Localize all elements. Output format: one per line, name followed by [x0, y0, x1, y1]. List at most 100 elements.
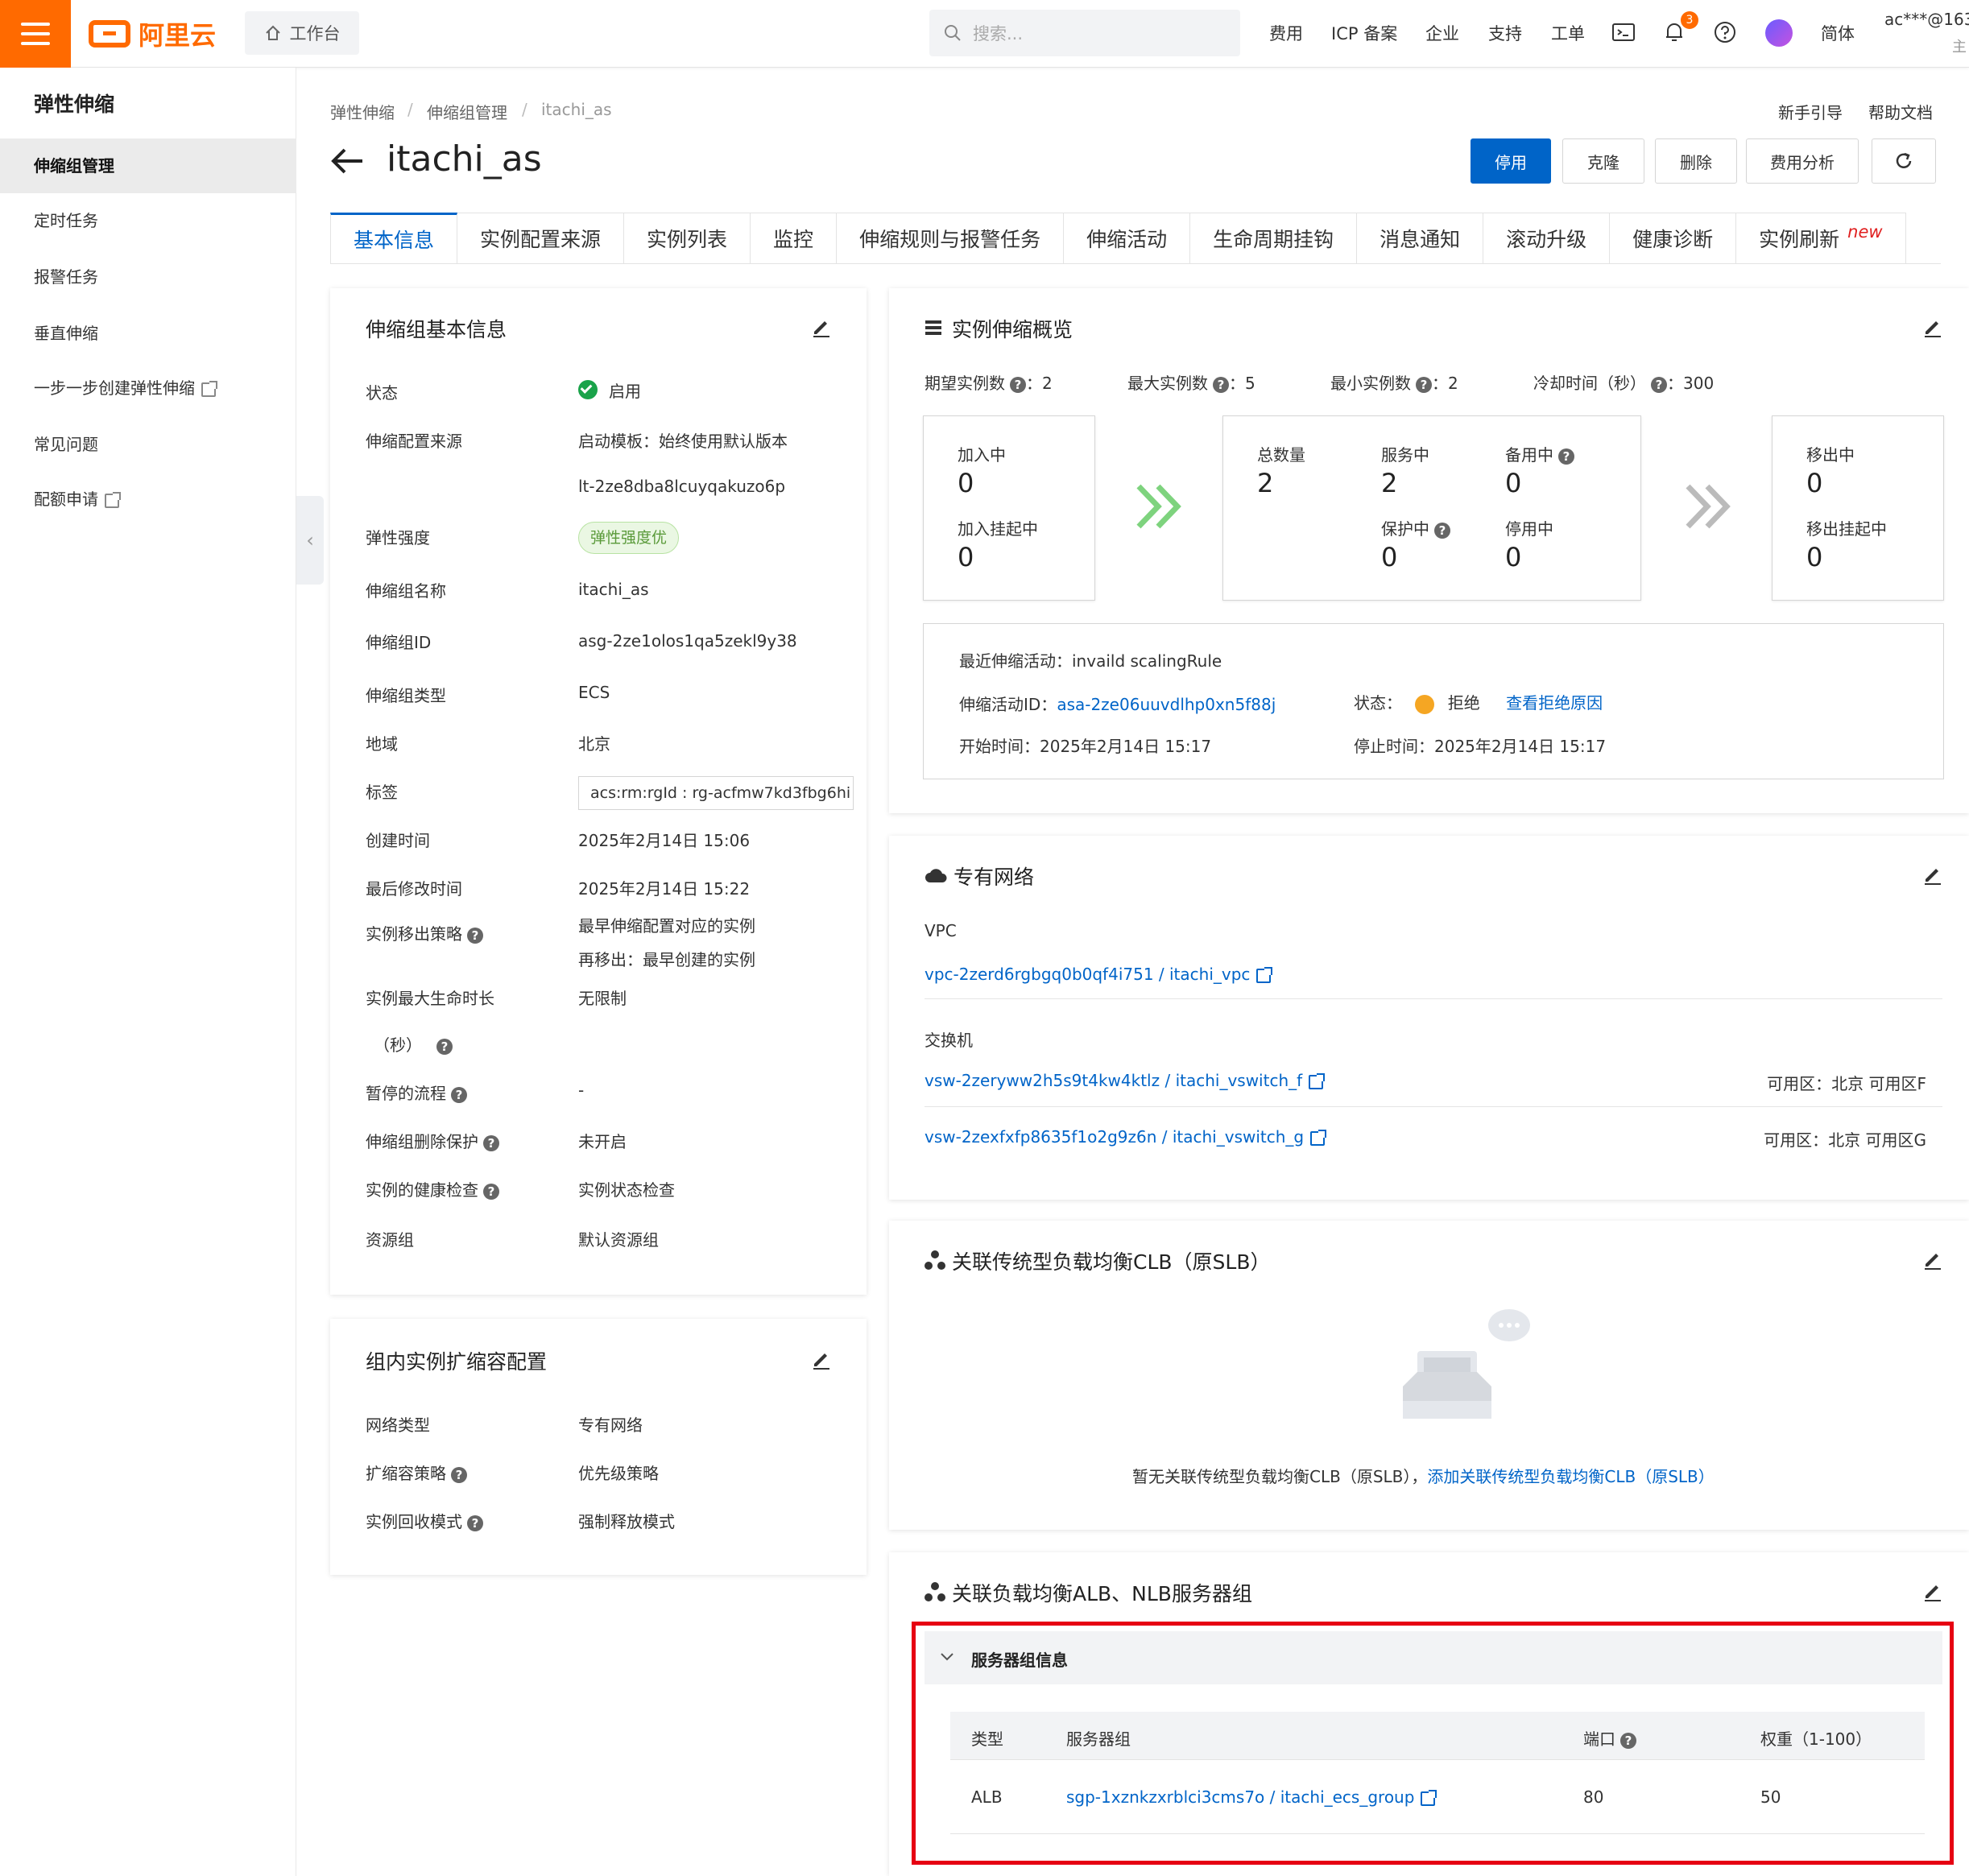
removal-label: 实例移出策略? — [366, 921, 483, 944]
edit-icon[interactable] — [1921, 1580, 1944, 1602]
sidebar-item-group-management[interactable]: 伸缩组管理 — [0, 138, 296, 193]
sidebar-item-alarm-tasks[interactable]: 报警任务 — [0, 250, 296, 304]
vswitch-link-g[interactable]: vsw-2zexfxfp8635f1o2g9z6n / itachi_vswit… — [925, 1127, 1327, 1147]
cooldown: 冷却时间（秒）? ：300 — [1533, 374, 1715, 393]
edit-icon[interactable] — [1921, 1248, 1944, 1271]
created-value: 2025年2月14日 15:06 — [578, 831, 751, 850]
strength-label: 弹性强度 — [366, 528, 430, 548]
tab-instance-refresh[interactable]: 实例刷新 new — [1736, 213, 1906, 264]
refresh-button[interactable] — [1872, 138, 1936, 184]
help-icon[interactable] — [1712, 19, 1738, 45]
sidebar-item-quota[interactable]: 配额申请 — [0, 472, 296, 527]
avatar[interactable] — [1765, 19, 1793, 47]
removing-count: 0 — [1806, 468, 1823, 498]
chevron-left-icon: ‹ — [306, 529, 314, 552]
tab-lifecycle-hooks[interactable]: 生命周期挂钩 — [1190, 213, 1358, 264]
tag-label: 标签 — [366, 783, 398, 802]
cost-analysis-button[interactable]: 费用分析 — [1746, 138, 1859, 184]
tab-instance-list[interactable]: 实例列表 — [624, 213, 751, 264]
sidebar-item-faq[interactable]: 常见问题 — [0, 417, 296, 472]
vpc-link[interactable]: vpc-2zerd6rgbgq0b0qf4i751 / itachi_vpc — [925, 965, 1273, 984]
type-value: ECS — [578, 683, 610, 702]
nav-ticket[interactable]: 工单 — [1551, 21, 1585, 45]
health-check-value: 实例状态检查 — [578, 1180, 675, 1200]
terminal-icon[interactable] — [1611, 19, 1636, 45]
help-docs-link[interactable]: 帮助文档 — [1868, 100, 1933, 123]
adding-pending-label: 加入挂起中 — [958, 519, 1038, 539]
question-icon[interactable]: ? — [467, 927, 483, 944]
end-time: 停止时间：2025年2月14日 15:17 — [1354, 737, 1607, 756]
question-icon[interactable]: ? — [1213, 376, 1229, 393]
question-icon[interactable]: ? — [483, 1183, 499, 1200]
tag-chip[interactable]: acs:rm:rgId : rg-acfmw7kd3fbg6hi — [578, 776, 854, 810]
stopped-label: 停用中 — [1505, 519, 1553, 539]
tab-monitor[interactable]: 监控 — [751, 213, 838, 264]
edit-icon[interactable] — [810, 1348, 833, 1370]
sidebar-item-tutorial[interactable]: 一步一步创建弹性伸缩 — [0, 361, 296, 415]
add-clb-link[interactable]: 添加关联传统型负载均衡CLB（原SLB） — [1427, 1467, 1714, 1486]
sidebar-item-vertical-scaling[interactable]: 垂直伸缩 — [0, 306, 296, 361]
adding-label: 加入中 — [958, 445, 1006, 465]
resource-group-label: 资源组 — [366, 1230, 414, 1250]
search-input[interactable]: 搜索... — [929, 10, 1240, 56]
activity-id-link[interactable]: asa-2ze06uuvdlhp0xn5f88j — [1057, 695, 1276, 714]
question-icon[interactable]: ? — [436, 1038, 453, 1055]
inservice-count: 2 — [1381, 468, 1398, 498]
health-check-label: 实例的健康检查? — [366, 1177, 499, 1200]
tab-config-source[interactable]: 实例配置来源 — [457, 213, 625, 264]
notification-badge: 3 — [1681, 11, 1698, 29]
question-icon[interactable]: ? — [467, 1514, 483, 1531]
account-subtext: 主 — [1952, 39, 1967, 56]
back-arrow-icon[interactable] — [330, 145, 369, 177]
paused-value: - — [578, 1081, 585, 1100]
delete-button[interactable]: 删除 — [1655, 138, 1737, 184]
launch-template-link[interactable]: lt-2ze8dba8lcuyqakuzo6p — [578, 477, 785, 496]
question-icon[interactable]: ? — [1651, 376, 1667, 393]
delete-protection-value: 未开启 — [578, 1132, 627, 1151]
clone-button[interactable]: 克隆 — [1562, 138, 1644, 184]
sidebar-collapse-button[interactable]: ‹ — [296, 496, 324, 585]
nav-icp[interactable]: ICP 备案 — [1331, 21, 1397, 45]
tab-scaling-activities[interactable]: 伸缩活动 — [1064, 213, 1191, 264]
nav-support[interactable]: 支持 — [1488, 21, 1522, 45]
question-icon[interactable]: ? — [1010, 376, 1026, 393]
nav-billing[interactable]: 费用 — [1269, 21, 1303, 45]
tab-rules-alarms[interactable]: 伸缩规则与报警任务 — [837, 213, 1065, 264]
language-switch[interactable]: 简体 — [1821, 21, 1855, 45]
sidebar-title: 弹性伸缩 — [34, 93, 115, 116]
edit-icon[interactable] — [1921, 316, 1944, 338]
hamburger-menu-icon[interactable] — [0, 0, 71, 68]
question-icon[interactable]: ? — [451, 1466, 467, 1483]
aliyun-logo[interactable]: 阿里云 — [89, 18, 216, 51]
sidebar-item-scheduled-tasks[interactable]: 定时任务 — [0, 193, 296, 248]
edit-icon[interactable] — [1921, 863, 1944, 886]
account-name[interactable]: ac***@163 — [1884, 10, 1969, 29]
question-icon[interactable]: ? — [1434, 522, 1450, 539]
scale-config-title: 组内实例扩缩容配置 — [366, 1350, 548, 1374]
nav-enterprise[interactable]: 企业 — [1425, 21, 1459, 45]
tab-rolling-upgrade[interactable]: 滚动升级 — [1483, 213, 1611, 264]
id-label: 伸缩组ID — [366, 633, 432, 652]
tab-basic-info[interactable]: 基本信息 — [330, 213, 458, 264]
view-reject-reason-link[interactable]: 查看拒绝原因 — [1506, 693, 1603, 713]
strategy-value: 优先级策略 — [578, 1464, 659, 1483]
tab-notifications[interactable]: 消息通知 — [1357, 213, 1484, 264]
empty-inbox-icon — [1403, 1309, 1530, 1419]
question-icon[interactable]: ? — [483, 1134, 499, 1151]
vswitch-link-f[interactable]: vsw-2zeryww2h5s9t4kw4ktlz / itachi_vswit… — [925, 1071, 1326, 1090]
modified-value: 2025年2月14日 15:22 — [578, 879, 751, 899]
lifetime-label: 实例最大生命时长 — [366, 989, 494, 1008]
tab-health-diagnosis[interactable]: 健康诊断 — [1610, 213, 1737, 264]
breadcrumb-group-management[interactable]: 伸缩组管理 — [427, 100, 507, 123]
question-icon[interactable]: ? — [1416, 376, 1432, 393]
guide-link[interactable]: 新手引导 — [1778, 100, 1843, 123]
lifetime-value: 无限制 — [578, 989, 627, 1008]
removing-box: 移出中 0 移出挂起中 0 — [1772, 415, 1944, 601]
edit-icon[interactable] — [810, 316, 833, 338]
new-badge: new — [1847, 222, 1883, 242]
workbench-button[interactable]: 工作台 — [245, 11, 359, 55]
disable-button[interactable]: 停用 — [1471, 138, 1551, 184]
question-icon[interactable]: ? — [1558, 448, 1574, 465]
breadcrumb-auto-scaling[interactable]: 弹性伸缩 — [330, 100, 395, 123]
question-icon[interactable]: ? — [451, 1086, 467, 1103]
